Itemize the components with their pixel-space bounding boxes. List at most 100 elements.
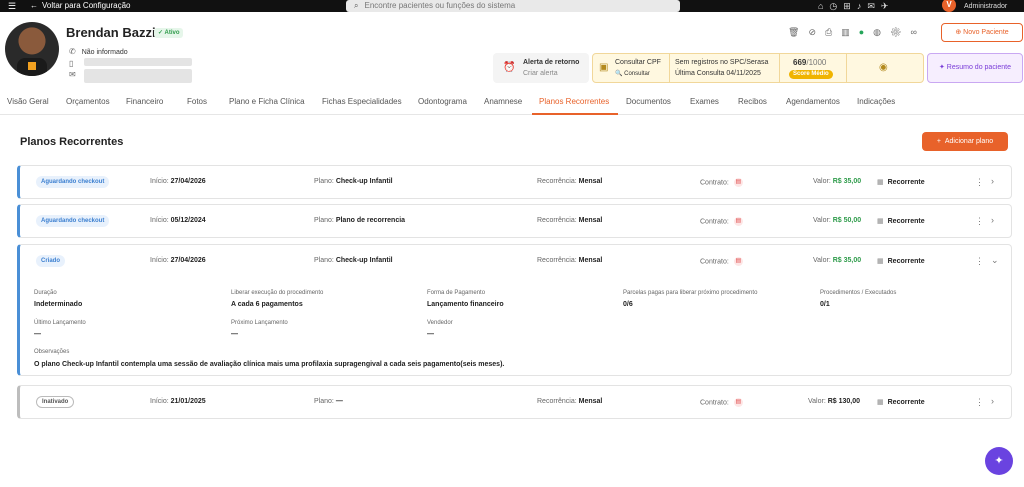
tab-indicacoes[interactable]: Indicações [857,97,895,106]
phone-icon: ✆ [69,47,76,56]
return-alert-card[interactable]: ⏰ Alerta de retorno Criar alerta [493,53,589,83]
search-placeholder: Encontre pacientes ou funções do sistema [364,1,516,10]
chevron-right-icon[interactable]: › [991,176,994,186]
plan-contract: Contrato: ▤ [700,217,743,226]
plan-recurrence: Recorrência: Mensal [537,398,603,405]
spc-status: Sem registros no SPC/Serasa [675,59,769,66]
redacted-mobile [84,58,192,66]
tab-plano-ficha[interactable]: Plano e Ficha Clínica [229,97,305,106]
plan-value: Valor: R$ 35,00 [813,178,862,185]
tab-orcamentos[interactable]: Orçamentos [66,97,110,106]
status-badge: Criado [36,255,66,267]
status-badge: ✓ Ativo [154,28,184,38]
more-options-icon[interactable]: ⋮ [975,256,984,267]
patient-avatar [5,22,59,76]
patient-summary-button[interactable]: ✦ Resumo do paciente [927,53,1023,83]
chevron-right-icon[interactable]: › [991,215,994,225]
plan-type: ▦ Recorrente [877,399,925,406]
score-value: 669/1000 [793,58,827,67]
calendar-icon: ▦ [877,399,884,406]
tab-financeiro[interactable]: Financeiro [126,97,163,106]
proximo-value: — [231,331,238,338]
patient-mobile: ▯ [69,59,79,68]
redacted-email [84,69,192,83]
header-action-icons[interactable]: 🗑⊘⎙▥●◍⚙∞ [788,27,926,38]
plan-row[interactable]: Aguardando checkout Início: 27/04/2026 P… [17,165,1012,199]
patient-email: ✉ [69,70,82,79]
tab-recibos[interactable]: Recibos [738,97,767,106]
vendedor-label: Vendedor [427,320,453,326]
plan-contract: Contrato: ▤ [700,398,743,407]
top-bar: ☰ ← Voltar para Configuração ⌕ Encontre pa… [0,0,1024,12]
last-query: Última Consulta 04/11/2025 [675,70,761,77]
gear-icon: ⚙ [890,27,911,37]
more-options-icon[interactable]: ⋮ [975,397,984,408]
contract-icon[interactable]: ▤ [733,217,743,226]
tab-planos-recorrentes[interactable]: Planos Recorrentes [539,97,609,106]
plan-name: Plano: Check-up Infantil [314,257,393,264]
tab-documentos[interactable]: Documentos [626,97,671,106]
score-badge: Score Médio [789,70,833,79]
plan-recurrence: Recorrência: Mensal [537,178,603,185]
plan-recurrence: Recorrência: Mensal [537,257,603,264]
arrow-left-icon: ← [30,1,38,10]
ai-assistant-button[interactable]: ✦ [985,447,1013,475]
calendar-icon: ▦ [877,258,884,265]
back-link-label: Voltar para Configuração [42,1,131,10]
tab-fotos[interactable]: Fotos [187,97,207,106]
observacoes-label: Observações [34,349,70,355]
plan-value: Valor: R$ 130,00 [808,398,861,405]
parcelas-value: 0/6 [623,301,633,308]
create-alert-link[interactable]: Criar alerta [523,70,558,77]
chevron-right-icon[interactable]: › [991,396,994,406]
chevron-down-icon[interactable]: ⌄ [991,255,999,266]
tab-fichas-especialidades[interactable]: Fichas Especialidades [322,97,402,106]
plan-value: Valor: R$ 35,00 [813,257,862,264]
hamburger-icon[interactable]: ☰ [8,1,16,12]
contract-icon[interactable]: ▤ [733,257,743,266]
plan-row[interactable]: Aguardando checkout Início: 05/12/2024 P… [17,204,1012,238]
patient-name: Brendan Bazzi [66,25,156,40]
forma-label: Forma de Pagamento [427,290,486,296]
device-icon: ▥ [841,27,859,37]
tab-agendamentos[interactable]: Agendamentos [786,97,840,106]
tab-visao-geral[interactable]: Visão Geral [7,97,49,106]
status-badge: Aguardando checkout [36,176,110,188]
tab-bar: Visão Geral Orçamentos Financeiro Fotos … [0,95,1024,115]
calendar-icon: ▦ [877,218,884,225]
plan-row[interactable]: Inativado Início: 21/01/2025 Plano: — Re… [17,385,1012,419]
patient-phone: ✆ Não informado [69,47,128,56]
global-search-input[interactable]: ⌕ Encontre pacientes ou funções do sistem… [346,0,680,12]
contract-icon[interactable]: ▤ [733,398,743,407]
contract-icon[interactable]: ▤ [733,178,743,187]
add-plan-button[interactable]: + Adicionar plano [922,132,1008,151]
eye-icon[interactable]: ◉ [879,62,888,73]
active-tab-indicator [532,113,618,115]
status-badge: Aguardando checkout [36,215,110,227]
plan-type: ▦ Recorrente [877,258,925,265]
block-icon: ⊘ [808,27,825,37]
user-role: Administrador [964,3,1008,10]
procedimentos-label: Procedimentos / Executados [820,290,897,296]
plan-row-expanded[interactable]: Criado Início: 27/04/2026 Plano: Check-u… [17,244,1012,376]
more-options-icon[interactable]: ⋮ [975,177,984,188]
forma-value: Lançamento financeiro [427,301,504,308]
user-avatar[interactable]: V [942,0,956,12]
duracao-label: Duração [34,290,57,296]
consult-cpf-button[interactable]: 🔍 Consultar [615,70,650,77]
topbar-icons[interactable]: ⌂◷⊞♪✉✈ [818,1,894,12]
tab-odontograma[interactable]: Odontograma [418,97,467,106]
link-icon: ∞ [910,27,926,37]
new-patient-button[interactable]: ⊕ Novo Paciente [941,23,1023,42]
back-link[interactable]: ← Voltar para Configuração [30,1,131,10]
plan-name: Plano: Check-up Infantil [314,178,393,185]
plan-name: Plano: Plano de recorrencia [314,217,406,224]
liberar-value: A cada 6 pagamentos [231,301,303,308]
whatsapp-icon: ● [858,27,874,37]
more-options-icon[interactable]: ⋮ [975,216,984,227]
ultimo-label: Último Lançamento [34,320,86,326]
tab-exames[interactable]: Exames [690,97,719,106]
parcelas-label: Parcelas pagas para liberar próximo proc… [623,290,758,296]
cpf-card: ▣ Consultar CPF 🔍 Consultar Sem registro… [592,53,924,83]
tab-anamnese[interactable]: Anamnese [484,97,522,106]
